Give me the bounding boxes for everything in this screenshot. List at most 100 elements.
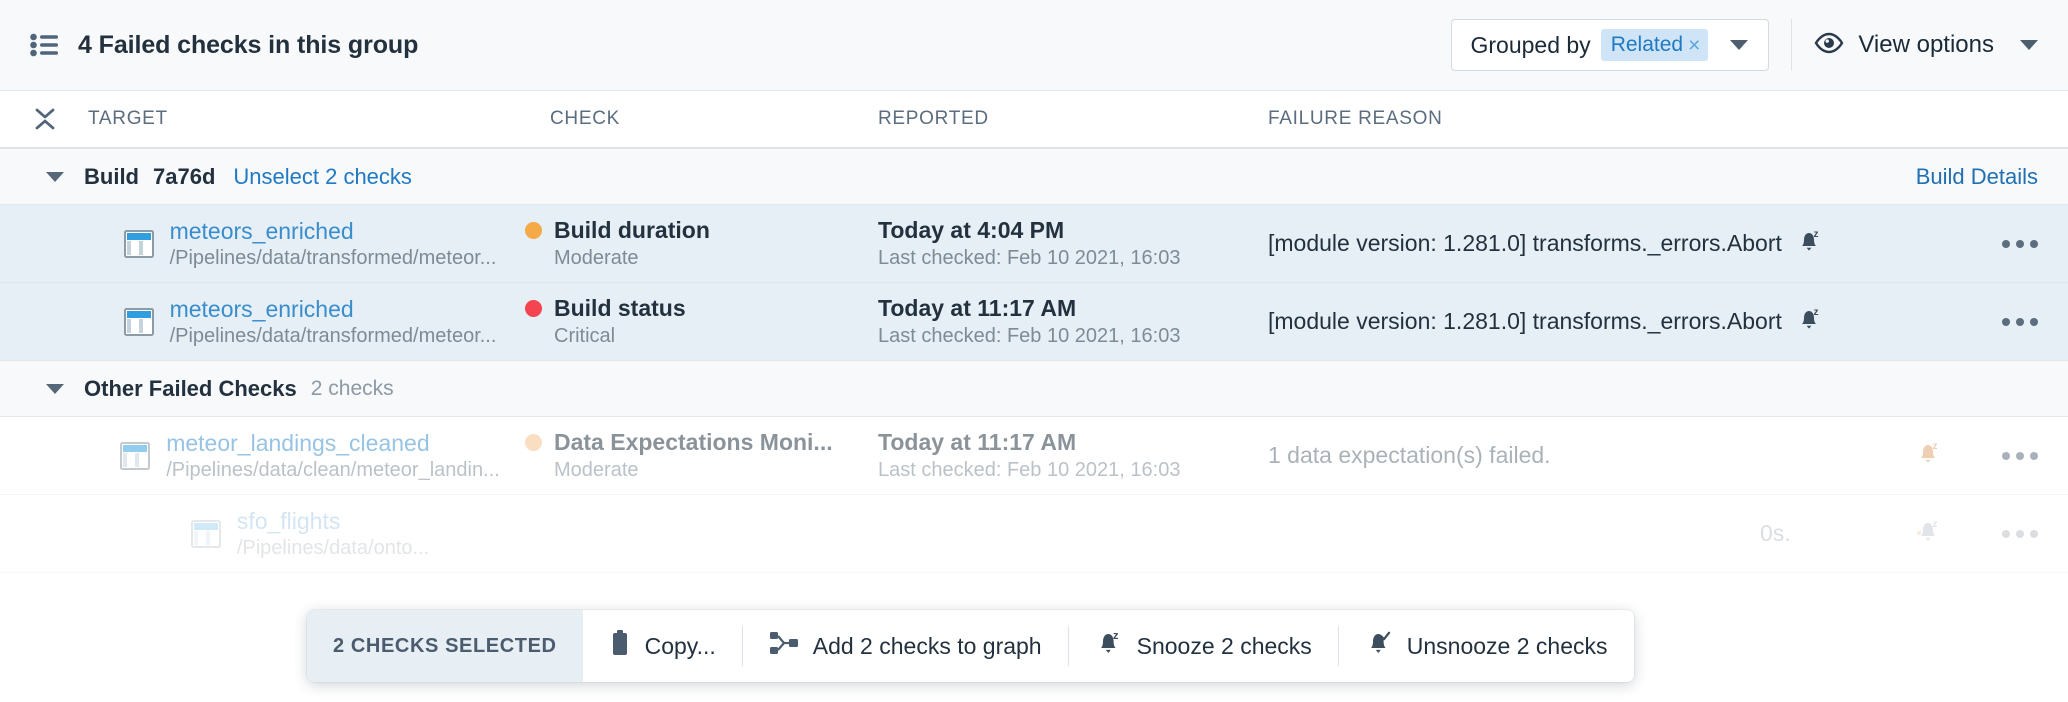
target-name-link[interactable]: sfo_flights [237,508,429,535]
cell-failure-reason: [module version: 1.281.0] transforms._er… [1268,283,1888,360]
snooze-bell-icon[interactable]: z [1796,228,1822,259]
chevron-down-icon[interactable] [46,172,64,182]
row-more-options-button[interactable] [2002,205,2038,282]
snooze-checks-button[interactable]: z Snooze 2 checks [1069,610,1338,682]
row-more-options-button[interactable] [2002,417,2038,494]
table-row[interactable]: meteors_enriched /Pipelines/data/transfo… [0,205,2068,283]
unsnooze-bell-icon [1365,629,1393,663]
more-dot [2016,318,2024,326]
eye-icon [1814,32,1844,59]
reported-time: Today at 4:04 PM [878,217,1168,244]
grouped-by-label: Grouped by [1470,32,1590,59]
cell-reported: Today at 11:17 AM Last checked: Feb 10 2… [878,417,1168,494]
target-info: meteors_enriched /Pipelines/data/transfo… [170,218,497,270]
target-name-link[interactable]: meteors_enriched [170,296,497,323]
chevron-down-icon[interactable] [46,384,64,394]
failure-reason-line: 1 data expectation(s) failed. [1268,442,1888,469]
view-options-button[interactable]: View options [1814,31,2038,59]
svg-text:z: z [1813,307,1818,318]
target-path: /Pipelines/data/clean/meteor_landin... [166,459,500,482]
add-to-graph-label: Add 2 checks to graph [813,633,1042,660]
check-name: Data Expectations Moni... [554,429,833,456]
dataset-icon [124,308,154,336]
cell-target: meteors_enriched /Pipelines/data/transfo… [30,283,590,360]
list-icon [30,33,58,57]
grouped-by-chip[interactable]: Related × [1601,29,1709,61]
grouped-by-control[interactable]: Grouped by Related × [1451,19,1769,71]
row-snooze-indicator[interactable]: z [1908,495,1948,572]
build-details-link[interactable]: Build Details [1916,164,2038,190]
table-row[interactable]: meteors_enriched /Pipelines/data/transfo… [0,283,2068,361]
snooze-bell-icon: z [1095,629,1123,663]
bulk-action-bar: 2 CHECKS SELECTED Copy... [307,610,1634,682]
check-name: Build duration [554,217,710,244]
table-row[interactable]: meteor_landings_cleaned /Pipelines/data/… [0,417,2068,495]
cell-reported: Today at 4:04 PM Last checked: Feb 10 20… [878,205,1168,282]
target-name-link[interactable]: meteors_enriched [170,218,497,245]
toolbar-right-group: Grouped by Related × View options [1451,19,2038,71]
failure-reason-line: [module version: 1.281.0] transforms._er… [1268,306,1888,337]
column-header-check[interactable]: CHECK [550,108,620,130]
more-dot [2030,530,2038,538]
table-row[interactable]: sfo_flights /Pipelines/data/onto... 0s. … [0,495,2068,573]
failure-reason-text: 1 data expectation(s) failed. [1268,442,1551,469]
more-dot [2002,530,2010,538]
cell-target: meteors_enriched /Pipelines/data/transfo… [30,205,590,282]
page-title: 4 Failed checks in this group [78,31,418,60]
check-name-line: Build status [525,295,855,322]
last-checked: Last checked: Feb 10 2021, 16:03 [878,325,1168,348]
chevron-down-icon[interactable] [1730,40,1748,50]
group-build-id: 7a76d [153,164,215,190]
svg-text:z: z [1113,630,1119,642]
failed-checks-panel: 4 Failed checks in this group Grouped by… [0,0,2068,702]
column-header-target[interactable]: TARGET [88,108,168,130]
target-name-link[interactable]: meteor_landings_cleaned [166,430,500,457]
more-dot [2016,452,2024,460]
column-header-failure-reason[interactable]: FAILURE REASON [1268,108,1443,130]
copy-button[interactable]: Copy... [583,610,742,682]
graph-node-icon [769,630,799,662]
dataset-icon [120,442,150,470]
snooze-bell-icon[interactable]: z [1796,306,1822,337]
last-checked: Last checked: Feb 10 2021, 16:03 [878,459,1168,482]
more-dot [2002,318,2010,326]
panel-toolbar: 4 Failed checks in this group Grouped by… [0,0,2068,91]
severity-dot [525,434,542,451]
cell-failure-reason: 1 data expectation(s) failed. [1268,417,1888,494]
target-path: /Pipelines/data/transformed/meteor... [170,247,497,270]
snooze-bell-icon[interactable]: z [1915,440,1941,471]
reported-time: Today at 11:17 AM [878,429,1168,456]
table-column-header: TARGET CHECK REPORTED FAILURE REASON [0,91,2068,149]
row-more-options-button[interactable] [2002,283,2038,360]
svg-text:z: z [1933,519,1938,530]
more-dot [2002,452,2010,460]
row-snooze-indicator[interactable]: z [1908,417,1948,494]
last-checked: Last checked: Feb 10 2021, 16:03 [878,247,1168,270]
cell-target: sfo_flights /Pipelines/data/onto... [30,495,590,572]
more-dot [2016,240,2024,248]
snooze-bell-icon[interactable]: z [1915,518,1941,549]
check-name-line: Build duration [525,217,855,244]
cell-reported: Today at 11:17 AM Last checked: Feb 10 2… [878,283,1168,360]
check-severity: Critical [554,325,855,348]
unselect-checks-link[interactable]: Unselect 2 checks [233,164,412,190]
unsnooze-checks-button[interactable]: Unsnooze 2 checks [1339,610,1634,682]
column-header-reported[interactable]: REPORTED [878,108,989,130]
more-dot [2016,530,2024,538]
cell-check: Build status Critical [525,283,855,360]
target-info: meteors_enriched /Pipelines/data/transfo… [170,296,497,348]
cell-failure-reason: 0s. [1760,495,1880,572]
group-header-other-failed-checks[interactable]: Other Failed Checks 2 checks [0,361,2068,417]
collapse-all-icon[interactable] [33,106,57,132]
failure-reason-text: 0s. [1760,520,1880,547]
row-more-options-button[interactable] [2002,495,2038,572]
more-dot [2030,240,2038,248]
chevron-down-icon[interactable] [2020,40,2038,50]
failure-reason-text: [module version: 1.281.0] transforms._er… [1268,230,1782,257]
add-to-graph-button[interactable]: Add 2 checks to graph [743,610,1068,682]
close-icon[interactable]: × [1688,35,1700,56]
grouped-by-chip-label: Related [1611,33,1683,57]
group-check-count: 2 checks [311,377,394,401]
unsnooze-checks-label: Unsnooze 2 checks [1407,633,1608,660]
group-header-build[interactable]: Build 7a76d Unselect 2 checks Build Deta… [0,149,2068,205]
